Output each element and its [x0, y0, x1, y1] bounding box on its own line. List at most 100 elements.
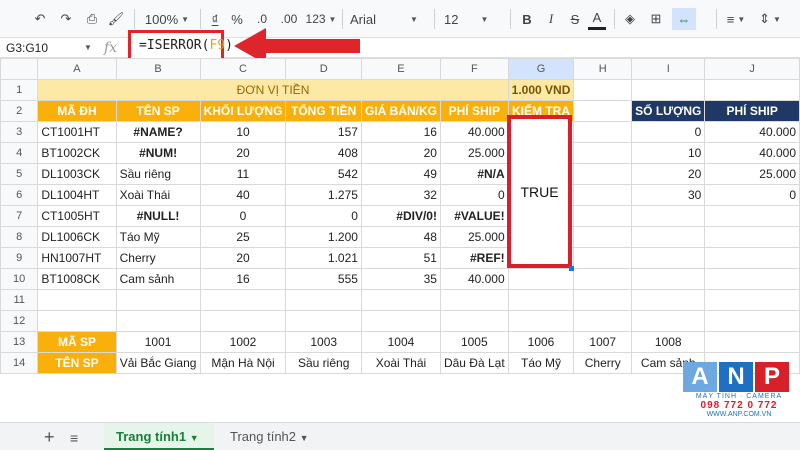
- weight-cell[interactable]: 0: [199, 205, 287, 227]
- cell[interactable]: [199, 310, 287, 332]
- header-cell[interactable]: MÃ ĐH: [37, 100, 117, 122]
- cell[interactable]: [631, 226, 706, 248]
- weight-cell[interactable]: 25: [199, 226, 287, 248]
- cell[interactable]: [573, 142, 633, 164]
- header-cell[interactable]: GIÁ BÁN/KG: [360, 100, 441, 122]
- cell[interactable]: [507, 310, 575, 332]
- product-name-label[interactable]: TÊN SP: [37, 352, 117, 374]
- ship-fee-cell[interactable]: #REF!: [439, 247, 509, 269]
- cell[interactable]: [631, 79, 706, 101]
- product-name-cell[interactable]: Xoài Thái: [115, 184, 201, 206]
- cell[interactable]: [573, 226, 633, 248]
- product-code-cell[interactable]: 1002: [199, 331, 287, 353]
- borders-icon[interactable]: ⊞: [646, 8, 666, 30]
- text-color-button[interactable]: A: [588, 8, 606, 30]
- ship-fee-cell[interactable]: #N/A: [439, 163, 509, 185]
- total-cell[interactable]: 555: [285, 268, 362, 290]
- col-header-e[interactable]: E: [360, 58, 441, 80]
- cell[interactable]: [704, 205, 800, 227]
- ship-fee-lookup-cell[interactable]: 25.000: [704, 163, 800, 185]
- weight-cell[interactable]: 16: [199, 268, 287, 290]
- weight-cell[interactable]: 11: [199, 163, 287, 185]
- order-id-cell[interactable]: BT1002CK: [37, 142, 117, 164]
- cell[interactable]: [285, 289, 362, 311]
- ship-fee-cell[interactable]: 40.000: [439, 121, 509, 143]
- col-header-j[interactable]: J: [704, 58, 800, 80]
- ship-fee-cell[interactable]: 25.000: [439, 142, 509, 164]
- row-header[interactable]: 6: [0, 184, 39, 206]
- col-header-d[interactable]: D: [285, 58, 362, 80]
- cell[interactable]: [631, 289, 706, 311]
- product-code-label[interactable]: MÃ SP: [37, 331, 117, 353]
- cell[interactable]: [37, 310, 117, 332]
- paint-format-icon[interactable]: 🖌: [106, 8, 126, 30]
- product-name-cell[interactable]: Cherry: [115, 247, 201, 269]
- cell[interactable]: [115, 310, 201, 332]
- product-name-ref-cell[interactable]: Táo Mỹ: [507, 352, 575, 374]
- cell[interactable]: [439, 310, 509, 332]
- cell[interactable]: [631, 205, 706, 227]
- col-header-g[interactable]: G: [507, 58, 575, 80]
- total-cell[interactable]: 0: [285, 205, 362, 227]
- weight-cell[interactable]: 40: [199, 184, 287, 206]
- weight-cell[interactable]: 20: [199, 247, 287, 269]
- cell[interactable]: [704, 79, 800, 101]
- ship-qty-cell[interactable]: 0: [631, 121, 706, 143]
- cell[interactable]: [573, 247, 633, 269]
- currency-unit-value[interactable]: 1.000 VND: [507, 79, 575, 101]
- order-id-cell[interactable]: CT1005HT: [37, 205, 117, 227]
- product-name-cell[interactable]: Táo Mỹ: [115, 226, 201, 248]
- header-cell[interactable]: KHỐI LƯỢNG: [199, 100, 287, 122]
- weight-cell[interactable]: 10: [199, 121, 287, 143]
- cell[interactable]: [573, 184, 633, 206]
- order-id-cell[interactable]: DL1003CK: [37, 163, 117, 185]
- total-cell[interactable]: 157: [285, 121, 362, 143]
- row-header[interactable]: 13: [0, 331, 39, 353]
- total-cell[interactable]: 1.021: [285, 247, 362, 269]
- select-all-corner[interactable]: [0, 58, 39, 80]
- price-cell[interactable]: #DIV/0!: [360, 205, 441, 227]
- currency-unit-label[interactable]: ĐƠN VỊ TIỀN: [37, 79, 509, 101]
- cell[interactable]: [573, 310, 633, 332]
- cell[interactable]: [573, 163, 633, 185]
- cell[interactable]: [704, 310, 800, 332]
- cell[interactable]: [704, 289, 800, 311]
- ship-header-cell[interactable]: SỐ LƯỢNG: [631, 100, 706, 122]
- name-box[interactable]: G3:G10 ▼: [6, 39, 92, 57]
- cell[interactable]: [439, 289, 509, 311]
- cell[interactable]: [704, 226, 800, 248]
- cell[interactable]: [704, 268, 800, 290]
- total-cell[interactable]: 1.275: [285, 184, 362, 206]
- cell[interactable]: [631, 247, 706, 269]
- align-vertical-icon[interactable]: ⇕ ▼: [756, 8, 784, 30]
- product-name-cell[interactable]: #NAME?: [115, 121, 201, 143]
- product-name-cell[interactable]: Cam sảnh: [115, 268, 201, 290]
- font-size-select[interactable]: 12 ▼: [444, 8, 504, 30]
- ship-qty-cell[interactable]: 30: [631, 184, 706, 206]
- cell[interactable]: [507, 289, 575, 311]
- fill-color-icon[interactable]: ◈: [620, 8, 640, 30]
- total-cell[interactable]: 1.200: [285, 226, 362, 248]
- product-code-cell[interactable]: 1004: [360, 331, 441, 353]
- row-header[interactable]: 11: [0, 289, 39, 311]
- tab-sheet1[interactable]: Trang tính1 ▼: [104, 423, 214, 450]
- zoom-select[interactable]: 100% ▼: [140, 8, 194, 30]
- strikethrough-icon[interactable]: S: [566, 8, 584, 30]
- product-name-ref-cell[interactable]: Xoài Thái: [360, 352, 441, 374]
- ship-fee-cell[interactable]: #VALUE!: [439, 205, 509, 227]
- price-cell[interactable]: 48: [360, 226, 441, 248]
- total-cell[interactable]: 542: [285, 163, 362, 185]
- row-header[interactable]: 14: [0, 352, 39, 374]
- total-cell[interactable]: 408: [285, 142, 362, 164]
- product-name-cell[interactable]: #NULL!: [115, 205, 201, 227]
- undo-icon[interactable]: ↶: [30, 8, 50, 30]
- price-cell[interactable]: 20: [360, 142, 441, 164]
- col-header-c[interactable]: C: [199, 58, 287, 80]
- cell[interactable]: [285, 310, 362, 332]
- ship-fee-lookup-cell[interactable]: 40.000: [704, 142, 800, 164]
- product-code-cell[interactable]: 1006: [507, 331, 575, 353]
- selected-range-result[interactable]: TRUE: [507, 115, 572, 268]
- row-header[interactable]: 5: [0, 163, 39, 185]
- row-header[interactable]: 3: [0, 121, 39, 143]
- align-horizontal-icon[interactable]: ≡ ▼: [722, 8, 750, 30]
